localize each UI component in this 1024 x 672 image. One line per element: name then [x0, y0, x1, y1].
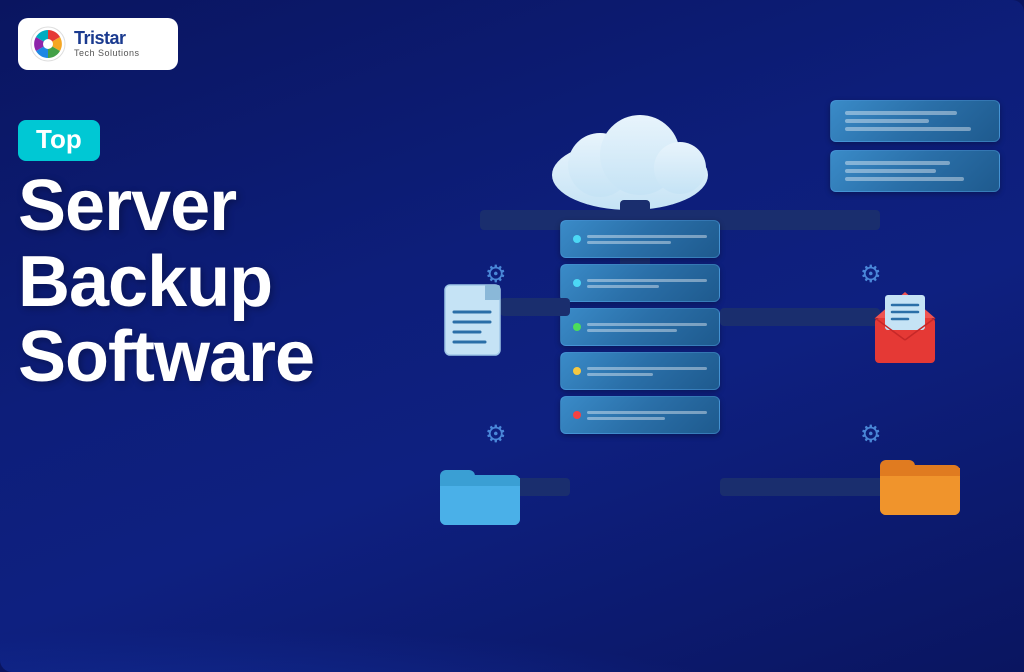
title-line3: Software [18, 320, 388, 396]
server-unit-3 [560, 308, 720, 346]
title-line2: Backup [18, 245, 388, 321]
logo-icon [30, 26, 66, 62]
server-lines-2 [587, 279, 707, 288]
cloud-icon [540, 100, 720, 210]
nas-unit-2 [830, 150, 1000, 192]
server-unit-1 [560, 220, 720, 258]
logo-text-block: Tristar Tech Solutions [74, 29, 140, 59]
gear-icon-2: ⚙ [485, 420, 507, 449]
server-dot-cyan2 [573, 279, 581, 287]
server-dot-yellow [573, 367, 581, 375]
h-bar-right-folder [720, 478, 890, 496]
server-lines-3 [587, 323, 707, 332]
logo-area: Tristar Tech Solutions [18, 18, 178, 70]
nas-unit-1 [830, 100, 1000, 142]
server-dot-green [573, 323, 581, 331]
folder-right-icon [880, 450, 960, 525]
top-badge: Top [18, 120, 100, 161]
server-stack [560, 220, 720, 440]
folder-left-icon [440, 460, 520, 535]
title-line1: Server [18, 169, 388, 245]
server-lines-1 [587, 235, 707, 244]
gear-icon-4: ⚙ [860, 420, 882, 449]
server-dot-red [573, 411, 581, 419]
server-unit-5 [560, 396, 720, 434]
document-left-icon [440, 280, 510, 370]
server-dot-cyan [573, 235, 581, 243]
server-unit-2 [560, 264, 720, 302]
h-bar-left-doc [500, 298, 570, 316]
main-title: Server Backup Software [18, 169, 388, 396]
left-text-block: Top Server Backup Software [18, 120, 388, 396]
logo-subtitle: Tech Solutions [74, 49, 140, 59]
gear-icon-3: ⚙ [860, 260, 882, 289]
server-lines-5 [587, 411, 707, 420]
page-container: Tristar Tech Solutions Top Server Backup… [0, 0, 1024, 672]
email-right-icon [870, 290, 945, 375]
illustration: ⚙ ⚙ ⚙ ⚙ [380, 60, 1020, 640]
logo-name: Tristar [74, 29, 140, 49]
nas-stack [830, 100, 1000, 200]
server-unit-4 [560, 352, 720, 390]
h-bar-right-email [720, 308, 880, 326]
server-lines-4 [587, 367, 707, 376]
